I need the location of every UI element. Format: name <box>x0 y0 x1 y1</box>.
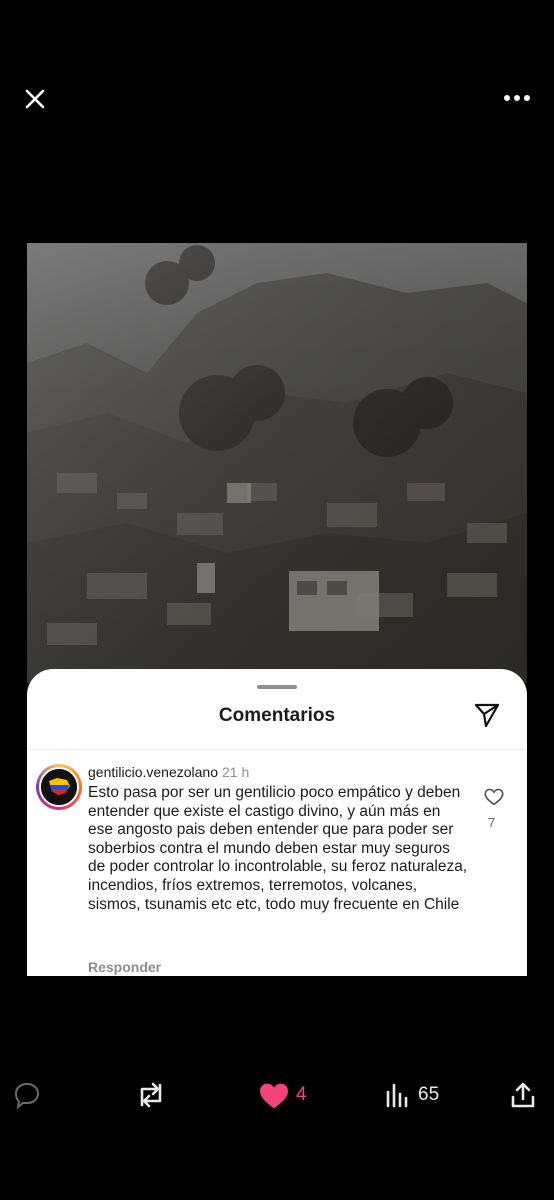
avatar <box>39 767 79 807</box>
heart-filled-icon <box>260 1083 288 1109</box>
venezuela-map-icon <box>41 769 77 805</box>
divider <box>27 749 527 750</box>
comment-username[interactable]: gentilicio.venezolano <box>88 764 218 780</box>
share-icon <box>511 1082 535 1108</box>
views-count: 65 <box>418 1084 440 1105</box>
reply-action[interactable] <box>12 1068 42 1122</box>
like-count: 4 <box>296 1084 307 1105</box>
comment-text: Esto pasa por ser un gentilicio poco emp… <box>88 784 468 913</box>
sheet-title: Comentarios <box>218 705 336 726</box>
action-bar: 4 65 <box>0 1068 554 1122</box>
retweet-action[interactable] <box>134 1068 168 1122</box>
more-icon[interactable] <box>502 90 532 106</box>
reply-bubble-icon <box>14 1082 40 1110</box>
comments-sheet: Comentarios gentilicio.venezolano 21 h E… <box>27 669 527 976</box>
top-bar <box>0 0 554 200</box>
views-icon <box>386 1083 408 1108</box>
comment-time: 21 h <box>221 764 250 780</box>
views-action[interactable]: 65 <box>384 1068 439 1122</box>
story-ring[interactable] <box>36 764 82 810</box>
sheet-grabber[interactable] <box>257 685 297 689</box>
like-action[interactable]: 4 <box>258 1068 307 1122</box>
heart-outline-icon[interactable] <box>483 786 505 808</box>
comment-meta: gentilicio.venezolano 21 h <box>88 764 249 780</box>
burned-city-photo <box>27 243 527 683</box>
retweet-icon <box>140 1082 162 1108</box>
reply-button[interactable]: Responder <box>88 959 161 975</box>
media-screenshot[interactable]: Comentarios gentilicio.venezolano 21 h E… <box>27 243 527 976</box>
send-icon[interactable] <box>473 701 501 729</box>
share-action[interactable] <box>508 1068 538 1122</box>
close-icon[interactable] <box>22 86 48 112</box>
comment-item: gentilicio.venezolano 21 h Esto pasa por … <box>27 759 527 975</box>
comment-like-count: 7 <box>488 815 496 830</box>
